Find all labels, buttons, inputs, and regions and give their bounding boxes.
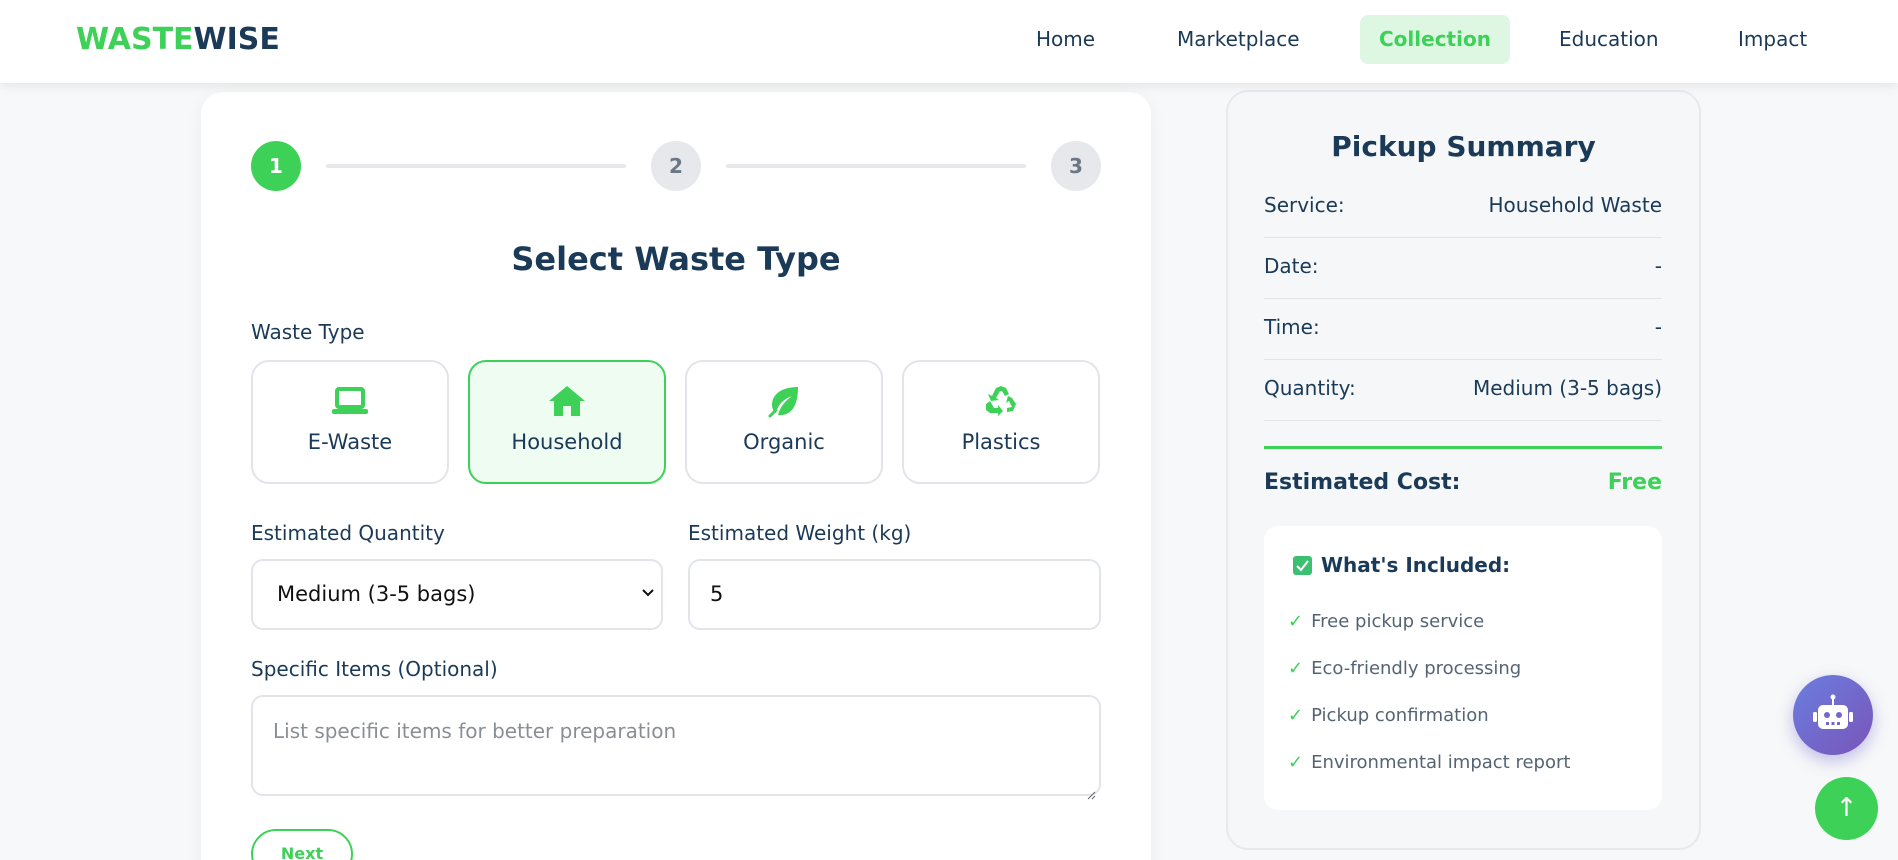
summary-value: -: [1654, 254, 1662, 278]
summary-row-time: Time: -: [1264, 299, 1662, 360]
recycle-icon: [904, 384, 1098, 420]
type-card-organic[interactable]: Organic: [685, 360, 883, 484]
quantity-selected-value: Medium (3-5 bags): [277, 582, 476, 606]
checkbox-icon: [1293, 556, 1312, 575]
step-connector: [726, 164, 1026, 168]
type-label: Household: [511, 430, 623, 454]
top-navbar: WASTEWISE Home Marketplace Collection Ed…: [0, 0, 1898, 83]
included-item: ✓ Eco-friendly processing: [1288, 658, 1522, 679]
quantity-select[interactable]: Medium (3-5 bags): [251, 559, 663, 630]
waste-type-label: Waste Type: [251, 320, 365, 344]
summary-row-quantity: Quantity: Medium (3-5 bags): [1264, 360, 1662, 421]
chevron-down-icon: [641, 561, 655, 656]
summary-key: Date:: [1264, 254, 1319, 278]
summary-divider: [1264, 446, 1662, 449]
nav-impact[interactable]: Impact: [1719, 15, 1826, 64]
next-button[interactable]: Next: [251, 829, 353, 860]
type-label: Organic: [743, 430, 825, 454]
nav-marketplace[interactable]: Marketplace: [1158, 15, 1319, 64]
check-icon: ✓: [1288, 658, 1304, 679]
summary-value: Medium (3-5 bags): [1472, 376, 1662, 400]
leaf-icon: [687, 384, 881, 420]
quantity-label: Estimated Quantity: [251, 521, 445, 545]
whats-included-title: What's Included:: [1321, 553, 1511, 577]
summary-value: Household Waste: [1488, 193, 1662, 217]
step-1: 1: [251, 141, 301, 191]
laptop-icon: [253, 384, 447, 420]
included-item: ✓ Free pickup service: [1288, 611, 1485, 632]
estimated-cost-label: Estimated Cost:: [1264, 470, 1461, 495]
home-icon: [470, 384, 664, 420]
logo[interactable]: WASTEWISE: [76, 22, 280, 57]
form-title: Select Waste Type: [511, 240, 841, 278]
arrow-up-icon: ↑: [1835, 793, 1858, 823]
step-2: 2: [651, 141, 701, 191]
summary-value: -: [1654, 315, 1662, 339]
type-card-e-waste[interactable]: E-Waste: [251, 360, 449, 484]
summary-key: Time:: [1264, 315, 1320, 339]
step-3: 3: [1051, 141, 1101, 191]
items-label: Specific Items (Optional): [251, 657, 498, 681]
type-card-household[interactable]: Household: [468, 360, 666, 484]
check-icon: ✓: [1288, 752, 1304, 773]
summary-row-service: Service: Household Waste: [1264, 177, 1662, 238]
summary-title: Pickup Summary: [1331, 130, 1596, 163]
chatbot-button[interactable]: [1793, 675, 1873, 755]
included-item: ✓ Pickup confirmation: [1288, 705, 1489, 726]
weight-label: Estimated Weight (kg): [688, 521, 912, 545]
resize-grip-icon[interactable]: [1086, 781, 1096, 800]
type-label: Plastics: [961, 430, 1041, 454]
nav-education[interactable]: Education: [1540, 15, 1678, 64]
nav-collection[interactable]: Collection: [1360, 15, 1510, 64]
items-placeholder: List specific items for better preparati…: [273, 719, 677, 743]
type-card-plastics[interactable]: Plastics: [902, 360, 1100, 484]
nav-home[interactable]: Home: [1017, 15, 1114, 64]
check-icon: ✓: [1288, 611, 1304, 632]
estimated-cost-value: Free: [1607, 470, 1662, 495]
included-item: ✓ Environmental impact report: [1288, 752, 1571, 773]
type-label: E-Waste: [307, 430, 393, 454]
step-connector: [326, 164, 626, 168]
summary-row-date: Date: -: [1264, 238, 1662, 299]
summary-key: Quantity:: [1264, 376, 1356, 400]
items-textarea[interactable]: List specific items for better preparati…: [251, 695, 1101, 800]
robot-icon: [1813, 694, 1853, 729]
scroll-to-top-button[interactable]: ↑: [1815, 777, 1878, 840]
weight-input[interactable]: 5: [688, 559, 1101, 630]
summary-key: Service:: [1264, 193, 1345, 217]
check-icon: ✓: [1288, 705, 1304, 726]
